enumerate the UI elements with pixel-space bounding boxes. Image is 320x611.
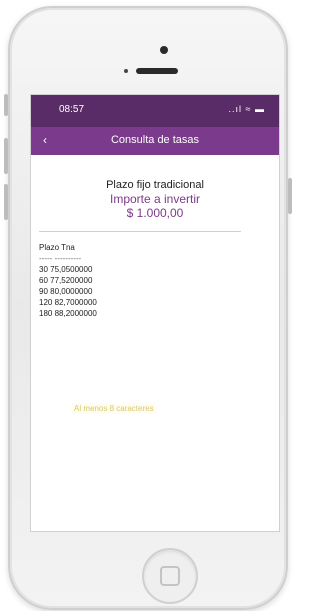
mute-switch [4, 94, 8, 116]
invest-amount: $ 1.000,00 [126, 206, 184, 220]
table-row: 90 80,0000000 [39, 287, 93, 296]
earpiece-speaker [136, 68, 178, 74]
divider [39, 231, 241, 232]
table-header: Plazo Tna [39, 243, 75, 252]
volume-down-button [4, 184, 8, 220]
status-bar: 08:57 ..ıl ≈ ▬ [31, 95, 279, 127]
table-row: 60 77,5200000 [39, 276, 93, 285]
invest-label: Importe a invertir [109, 192, 201, 206]
rates-table: Plazo Tna ----- ---------- 30 75,0500000… [39, 242, 259, 319]
status-time: 08:57 [59, 104, 85, 115]
table-row: 180 88,2000000 [39, 309, 97, 318]
rate-header: Plazo fijo tradicional Importe a inverti… [31, 179, 279, 220]
front-camera-icon [160, 46, 168, 54]
product-title: Plazo fijo tradicional [106, 179, 204, 191]
nav-bar: ‹ Consulta de tasas [31, 127, 279, 155]
table-row: 120 82,7000000 [39, 298, 97, 307]
table-separator: ----- ---------- [39, 254, 82, 263]
volume-up-button [4, 138, 8, 174]
power-button [288, 178, 292, 214]
app-screen: 08:57 ..ıl ≈ ▬ ‹ Consulta de tasas Plazo… [30, 94, 280, 532]
table-row: 30 75,0500000 [39, 265, 93, 274]
page-title: Consulta de tasas [110, 134, 200, 146]
home-button[interactable] [142, 548, 198, 604]
status-icons: ..ıl ≈ ▬ [228, 104, 265, 114]
sensor-dot-icon [124, 69, 128, 73]
validation-hint: Al menos 8 caracteres [72, 403, 156, 414]
